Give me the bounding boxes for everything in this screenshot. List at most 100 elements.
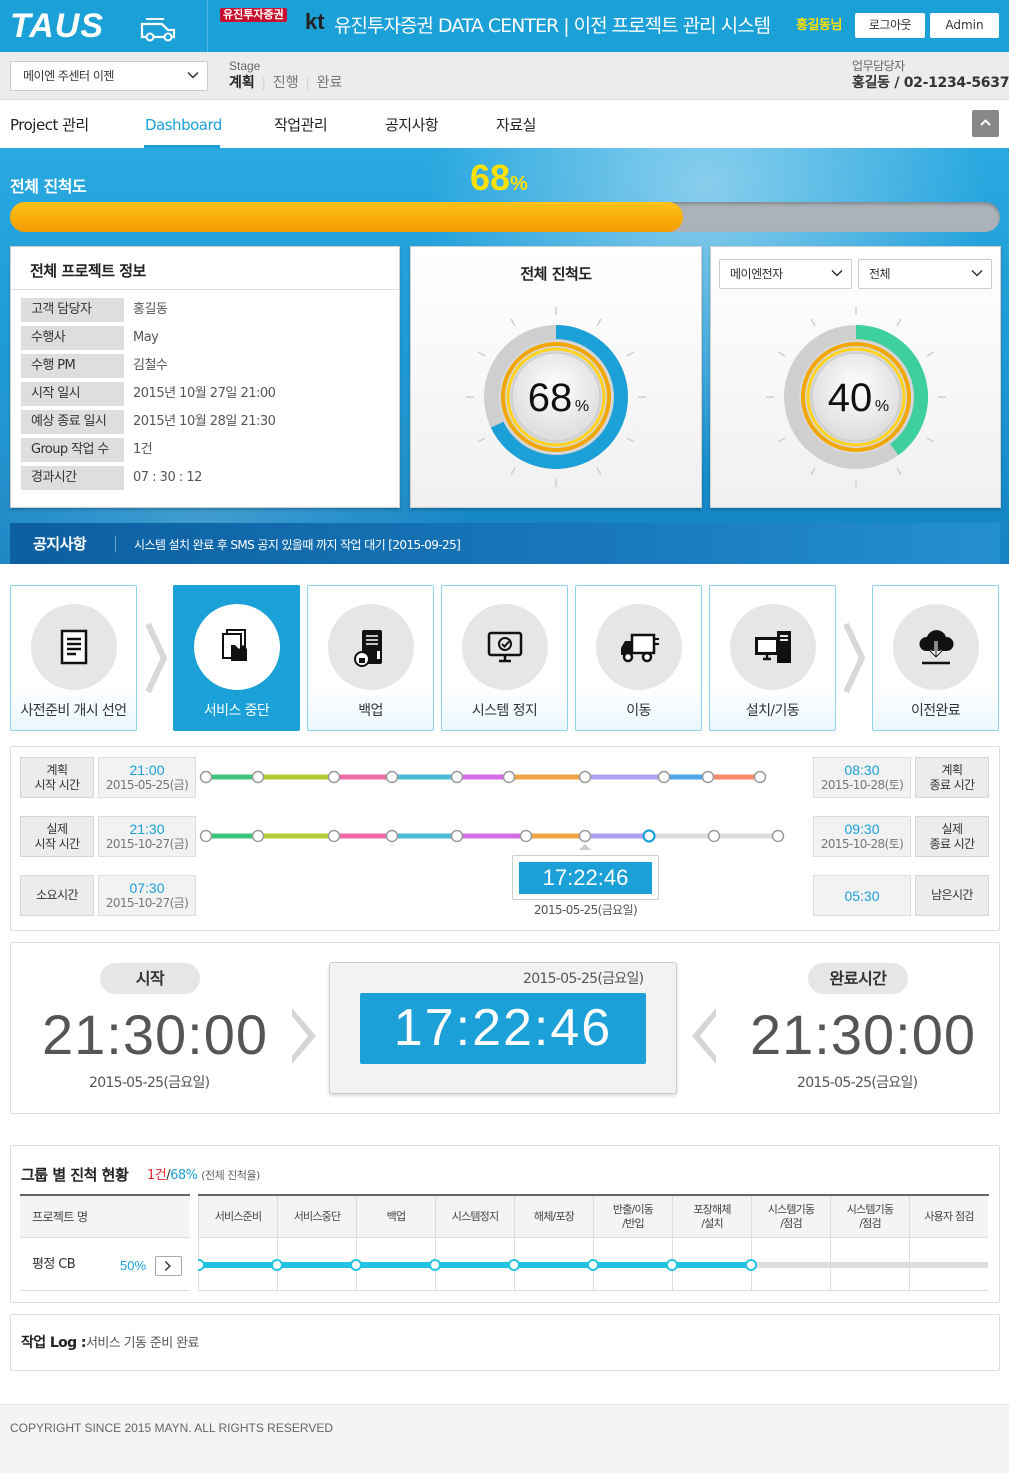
info-key: 고객 담당자 bbox=[21, 298, 124, 322]
info-value: May bbox=[133, 330, 159, 345]
col-stage-6: 반출/이동 /반입 bbox=[593, 1196, 672, 1238]
group-percent-note: (전체 진척율) bbox=[201, 1169, 260, 1182]
stage-box-3[interactable]: 백업 bbox=[307, 585, 434, 731]
info-key: 경과시간 bbox=[21, 466, 124, 490]
nav-archive[interactable]: 자료실 bbox=[496, 115, 536, 135]
stage-step-plan[interactable]: 계획 bbox=[229, 75, 255, 91]
document-icon bbox=[60, 629, 88, 665]
logout-button[interactable]: 로그아웃 bbox=[855, 13, 925, 38]
info-key: 수행사 bbox=[21, 326, 124, 350]
actual-start-box: 21:30 2015-10-27(금) bbox=[98, 816, 196, 857]
header-divider bbox=[207, 0, 208, 52]
chevron-down-icon bbox=[831, 269, 843, 277]
actual-node bbox=[578, 829, 592, 843]
plan-node bbox=[251, 770, 265, 784]
col-stage-10: 사용자 점검 bbox=[909, 1196, 988, 1238]
plan-node bbox=[578, 770, 592, 784]
stage-step-done[interactable]: 완료 bbox=[317, 75, 343, 91]
group-step-node bbox=[350, 1259, 362, 1271]
nav-dashboard[interactable]: Dashboard bbox=[145, 115, 222, 135]
actual-node bbox=[771, 829, 785, 843]
plan-start-time: 21:00 bbox=[129, 762, 165, 778]
system-title: 유진투자증권 DATA CENTER | 이전 프로젝트 관리 시스템 bbox=[334, 15, 771, 37]
stage-icon-circle bbox=[462, 604, 548, 690]
stage-step-progress[interactable]: 진행 bbox=[273, 75, 299, 91]
stage-box-2[interactable]: 서비스 중단 bbox=[173, 585, 300, 731]
stage-box-1[interactable]: 사전준비 개시 선언 bbox=[10, 585, 137, 731]
actual-end-date: 2015-10-28(토) bbox=[820, 837, 904, 851]
info-value: 김철수 bbox=[133, 358, 168, 373]
plan-node bbox=[657, 770, 671, 784]
stage-label: 백업 bbox=[358, 703, 383, 719]
actual-start-time: 21:30 bbox=[129, 821, 165, 837]
plan-node bbox=[199, 770, 213, 784]
filter-gauge-tick bbox=[926, 437, 935, 443]
chevron-right-icon bbox=[843, 622, 865, 694]
stage-icon-circle bbox=[194, 604, 280, 690]
stage-box-7[interactable]: 이전완료 bbox=[872, 585, 999, 731]
taus-logo[interactable]: TAUS bbox=[10, 8, 104, 44]
monitor-check-icon bbox=[487, 631, 523, 663]
actual-end-box: 09:30 2015-10-28(토) bbox=[813, 816, 911, 857]
actual-node bbox=[385, 829, 399, 843]
work-log-text: 서비스 기동 준비 완료 bbox=[86, 1336, 199, 1351]
total-progress-value: 68 bbox=[470, 157, 511, 198]
group-step-node bbox=[271, 1259, 283, 1271]
chevron-right-icon bbox=[292, 1008, 316, 1064]
filter-gauge-tick bbox=[896, 467, 902, 476]
project-select-value: 메이엔 주센터 이젠 bbox=[23, 69, 114, 83]
plan-node bbox=[701, 770, 715, 784]
scope-select[interactable]: 전체 bbox=[858, 259, 992, 289]
col-stage-1: 서비스준비 bbox=[198, 1196, 277, 1238]
chevron-down-icon bbox=[187, 71, 199, 79]
group-step-node bbox=[587, 1259, 599, 1271]
stage-label: 서비스 중단 bbox=[203, 703, 270, 719]
remain-label: 남은시간 bbox=[915, 875, 989, 916]
nav-work-manage[interactable]: 작업관리 bbox=[274, 115, 328, 135]
stage-icon-circle bbox=[596, 604, 682, 690]
admin-button[interactable]: Admin bbox=[930, 13, 999, 38]
elapsed-date: 2015-10-27(금) bbox=[105, 896, 189, 910]
info-value: 1건 bbox=[133, 442, 153, 457]
end-date: 2015-05-25(금요일) bbox=[797, 1075, 918, 1091]
car-logo-icon bbox=[140, 18, 176, 42]
stage-box-6[interactable]: 설치/기동 bbox=[709, 585, 836, 731]
plan-node bbox=[502, 770, 516, 784]
collapse-button[interactable] bbox=[972, 110, 999, 137]
notice-title[interactable]: 공지사항 bbox=[33, 535, 87, 553]
group-percent: 68% bbox=[170, 1168, 198, 1183]
notice-text[interactable]: 시스템 설치 완료 후 SMS 공지 있을때 까지 작업 대기 [2015-09… bbox=[134, 537, 461, 553]
current-time-value: 17:22:46 bbox=[519, 862, 652, 894]
plan-node bbox=[385, 770, 399, 784]
col-stage-8: 시스템기동 /점검 bbox=[751, 1196, 830, 1238]
total-gauge-tick bbox=[477, 437, 486, 443]
end-time: 21:30:00 bbox=[750, 1003, 976, 1066]
project-info-divider bbox=[11, 289, 399, 290]
stage-box-5[interactable]: 이동 bbox=[575, 585, 702, 731]
plan-node bbox=[753, 770, 767, 784]
elapsed-box: 07:30 2015-10-27(금) bbox=[98, 875, 196, 916]
group-row-detail-button[interactable] bbox=[155, 1256, 182, 1276]
project-select[interactable]: 메이엔 주센터 이젠 bbox=[10, 61, 208, 91]
chevron-up-icon bbox=[980, 119, 991, 126]
nav-notice[interactable]: 공지사항 bbox=[385, 115, 439, 135]
stage-steps: 계획 | 진행 | 완료 bbox=[229, 75, 343, 91]
progress-fill bbox=[10, 202, 684, 232]
user-greeting: 홍길동님 bbox=[796, 18, 842, 33]
timeline-tracks bbox=[199, 770, 785, 850]
work-log-label: 작업 Log : bbox=[21, 1335, 86, 1351]
nav-project-manage[interactable]: Project 관리 bbox=[10, 115, 89, 135]
total-progress-unit: % bbox=[510, 173, 528, 195]
stage-label: Stage bbox=[229, 59, 261, 73]
info-value: 2015년 10월 28일 21:30 bbox=[133, 414, 276, 429]
notice-divider bbox=[115, 536, 116, 552]
scope-select-value: 전체 bbox=[869, 267, 891, 281]
server-lock-icon bbox=[354, 630, 382, 667]
info-key: 예상 종료 일시 bbox=[21, 410, 124, 434]
col-project-name: 프로젝트 명 bbox=[20, 1196, 190, 1238]
company-select[interactable]: 메이엔전자 bbox=[719, 259, 852, 289]
truck-icon bbox=[621, 633, 659, 663]
stage-box-4[interactable]: 시스템 정지 bbox=[441, 585, 568, 731]
stage-icon-circle bbox=[730, 604, 816, 690]
chevron-right-icon bbox=[145, 622, 167, 694]
